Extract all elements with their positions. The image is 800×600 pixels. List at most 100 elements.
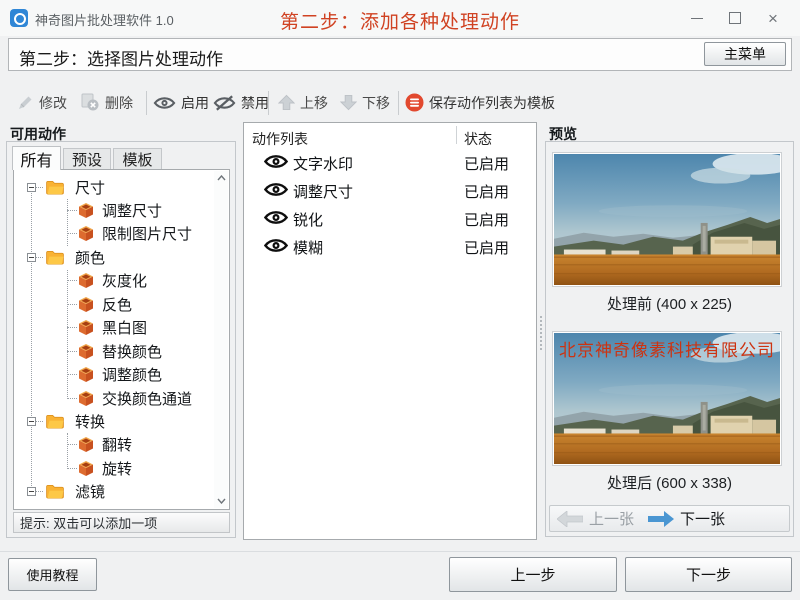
enable-button[interactable]: 启用 bbox=[153, 89, 209, 116]
toolbar: 修改 删除 启用 禁用 上移 下移 保存动作列表为模板 bbox=[0, 88, 800, 118]
tree-stub bbox=[67, 280, 77, 281]
action-name: 模糊 bbox=[293, 240, 324, 257]
tab-template[interactable]: 模板 bbox=[113, 148, 162, 170]
eye-slash-icon bbox=[213, 94, 236, 111]
tree-stub bbox=[67, 398, 77, 399]
arrow-up-icon bbox=[278, 94, 295, 111]
delete-label: 删除 bbox=[105, 94, 133, 111]
tree-stub bbox=[67, 327, 77, 328]
action-name: 文字水印 bbox=[293, 156, 354, 173]
tutorial-button[interactable]: 使用教程 bbox=[8, 558, 97, 591]
tree-stub bbox=[67, 444, 77, 445]
arrow-right-icon bbox=[648, 510, 675, 527]
tree-stub bbox=[67, 374, 77, 375]
collapse-icon[interactable] bbox=[27, 417, 36, 426]
delete-button[interactable]: 删除 bbox=[80, 89, 133, 116]
action-list-header: 动作列表 bbox=[252, 131, 308, 147]
pencil-icon bbox=[19, 96, 32, 109]
eye-icon bbox=[153, 96, 176, 109]
box-icon bbox=[79, 226, 93, 241]
action-row[interactable]: 文字水印 已启用 bbox=[244, 150, 536, 176]
tree-label: 转换 bbox=[75, 414, 106, 431]
action-row[interactable]: 锐化 已启用 bbox=[244, 206, 536, 232]
tree-row-leaf[interactable]: 旋转 bbox=[14, 457, 214, 480]
tree-row-leaf[interactable]: 翻转 bbox=[14, 433, 214, 456]
toolbar-separator bbox=[268, 91, 269, 115]
scroll-up-icon[interactable] bbox=[216, 175, 226, 181]
tree-row-leaf[interactable]: 交换颜色通道 bbox=[14, 387, 214, 410]
collapse-icon[interactable] bbox=[27, 183, 36, 192]
close-button[interactable]: × bbox=[758, 4, 788, 32]
maximize-button[interactable] bbox=[720, 4, 750, 32]
tree-row-leaf[interactable]: 替换颜色 bbox=[14, 340, 214, 363]
tree-row-folder[interactable]: 转换 bbox=[14, 410, 214, 433]
subtitle-bar: 第二步：选择图片处理动作 主菜单 bbox=[8, 38, 792, 71]
status-header: 状态 bbox=[464, 131, 492, 147]
tree-row-leaf[interactable]: 调整尺寸 bbox=[14, 199, 214, 222]
tree-row-leaf[interactable]: 调整颜色 bbox=[14, 363, 214, 386]
tab-all[interactable]: 所有 bbox=[12, 146, 61, 170]
box-icon bbox=[79, 273, 93, 288]
next-image-button[interactable]: 下一张 bbox=[648, 508, 725, 529]
tree-row-leaf[interactable]: 限制图片尺寸 bbox=[14, 222, 214, 245]
back-button[interactable]: 上一步 bbox=[449, 557, 617, 592]
arrow-down-icon bbox=[340, 94, 357, 111]
prev-image-label: 上一张 bbox=[589, 511, 635, 528]
column-divider bbox=[456, 126, 457, 144]
content-divider bbox=[0, 551, 800, 552]
box-icon bbox=[79, 461, 93, 476]
tree-row-folder[interactable]: 尺寸 bbox=[14, 176, 214, 199]
tree-label: 滤镜 bbox=[75, 484, 106, 501]
collapse-icon[interactable] bbox=[27, 487, 36, 496]
hint-bar: 提示: 双击可以添加一项 bbox=[13, 512, 230, 533]
collapse-icon[interactable] bbox=[27, 253, 36, 262]
main-menu-button[interactable]: 主菜单 bbox=[704, 42, 786, 66]
tree-label: 限制图片尺寸 bbox=[102, 226, 193, 243]
tree-row-folder[interactable]: 颜色 bbox=[14, 246, 214, 269]
move-down-button[interactable]: 下移 bbox=[340, 89, 390, 116]
watermark-text: 北京神奇像素科技有限公司 bbox=[559, 341, 775, 360]
move-up-button[interactable]: 上移 bbox=[278, 89, 328, 116]
action-row[interactable]: 调整尺寸 已启用 bbox=[244, 178, 536, 204]
tree-label: 翻转 bbox=[102, 437, 133, 454]
tree-stub bbox=[67, 304, 77, 305]
tree-label: 调整颜色 bbox=[102, 367, 163, 384]
modify-button[interactable]: 修改 bbox=[16, 89, 67, 116]
tree-label: 灰度化 bbox=[102, 273, 148, 290]
title-bar: 神奇图片批处理软件 1.0 第二步：添加各种处理动作 × bbox=[0, 0, 800, 36]
action-name: 调整尺寸 bbox=[293, 184, 354, 201]
tree-label: 替换颜色 bbox=[102, 344, 163, 361]
close-icon: × bbox=[768, 8, 778, 28]
box-icon bbox=[79, 391, 93, 406]
modify-label: 修改 bbox=[39, 94, 67, 111]
tree-row-leaf[interactable]: 反色 bbox=[14, 293, 214, 316]
action-list-panel: 动作列表 状态 文字水印 已启用 调整尺寸 已启用 锐化 已启用 模糊 已启用 bbox=[243, 122, 537, 540]
box-icon bbox=[79, 367, 93, 382]
action-row[interactable]: 模糊 已启用 bbox=[244, 234, 536, 260]
save-template-button[interactable]: 保存动作列表为模板 bbox=[405, 89, 555, 116]
minimize-button[interactable] bbox=[682, 4, 712, 32]
box-icon bbox=[79, 297, 93, 312]
arrow-left-icon bbox=[557, 510, 583, 527]
save-template-icon bbox=[405, 93, 424, 112]
disable-button[interactable]: 禁用 bbox=[213, 89, 269, 116]
panel-splitter[interactable] bbox=[540, 316, 542, 350]
next-step-button[interactable]: 下一步 bbox=[625, 557, 792, 592]
tree-row-leaf[interactable]: 灰度化 bbox=[14, 269, 214, 292]
eye-icon bbox=[263, 183, 289, 196]
toolbar-separator bbox=[146, 91, 147, 115]
scroll-down-icon[interactable] bbox=[216, 498, 226, 504]
toolbar-separator bbox=[398, 91, 399, 115]
box-icon bbox=[79, 437, 93, 452]
tree-label: 颜色 bbox=[75, 250, 106, 267]
tree-row-leaf[interactable]: 黑白图 bbox=[14, 316, 214, 339]
minimize-icon bbox=[691, 17, 703, 19]
action-status: 已启用 bbox=[464, 184, 510, 201]
tree-row-folder[interactable]: 滤镜 bbox=[14, 480, 214, 503]
tab-preset[interactable]: 预设 bbox=[63, 148, 111, 170]
enable-label: 启用 bbox=[181, 94, 209, 111]
tree-scrollbar[interactable] bbox=[214, 171, 228, 508]
prev-image-button[interactable]: 上一张 bbox=[557, 508, 634, 529]
app-window: 神奇图片批处理软件 1.0 第二步：添加各种处理动作 × 第二步：选择图片处理动… bbox=[0, 0, 800, 600]
box-icon bbox=[79, 344, 93, 359]
